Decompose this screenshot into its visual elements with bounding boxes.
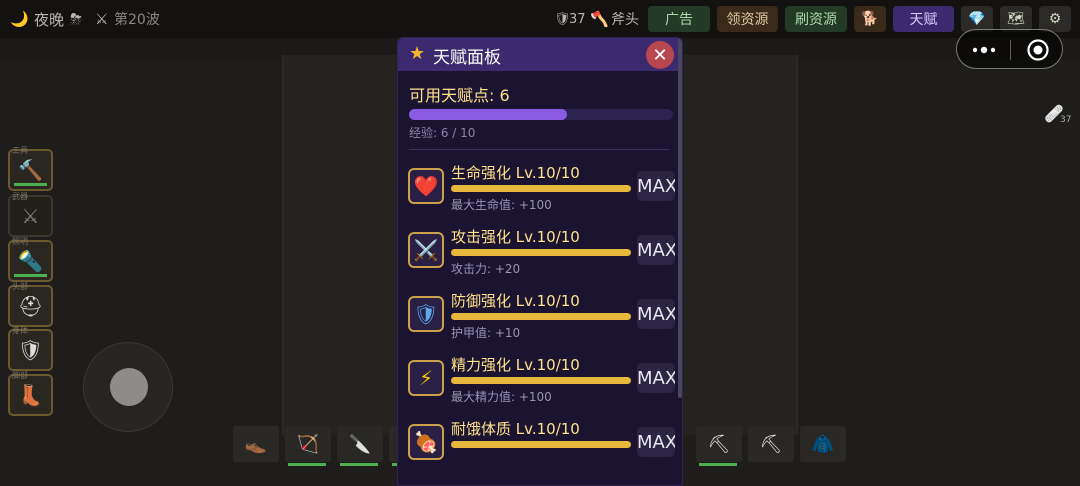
star-icon: ★ xyxy=(409,43,426,64)
boot-icon: 👞 xyxy=(244,433,268,455)
panel-header: ★ 天赋面板 ✕ xyxy=(398,38,682,71)
talent-name: 防御强化 Lv.10/10 xyxy=(451,292,580,310)
talent-row-attack: ⚔️ 攻击强化 Lv.10/10 攻击力: +20 MAX xyxy=(398,226,682,286)
talent-progress-fill xyxy=(451,249,631,256)
talent-name: 攻击强化 Lv.10/10 xyxy=(451,228,580,246)
talent-progress xyxy=(451,249,631,256)
pickaxe-icon: ⛏ xyxy=(759,433,783,455)
slot-label: 身体 xyxy=(12,326,28,335)
panel-title: 天赋面板 xyxy=(433,48,501,68)
durability-bar xyxy=(14,183,47,186)
helmet-icon: ⛑ xyxy=(17,294,44,318)
axe-icon: 🪓 xyxy=(590,10,609,28)
current-tool: 斧头 xyxy=(611,12,639,28)
defense-value: 37 xyxy=(569,11,586,27)
equip-slot-tool[interactable]: 工具 🔨 xyxy=(8,146,53,191)
armor-icon: 🛡 xyxy=(17,338,44,362)
talent-progress xyxy=(451,185,631,192)
talent-row-defense: 🛡 防御强化 Lv.10/10 护甲值: +10 MAX xyxy=(398,290,682,350)
crossed-swords-icon: ⚔️ xyxy=(408,232,444,268)
xp-label: 经验: 6 / 10 xyxy=(409,126,476,140)
wave-counter: 第20波 xyxy=(114,12,160,28)
available-points: 可用天赋点: 6 xyxy=(409,86,510,105)
jacket-icon: 🧥 xyxy=(811,433,835,455)
equip-slot-body[interactable]: 身体 🛡 xyxy=(8,326,53,371)
hotbar-slot[interactable]: 🔪 xyxy=(337,426,383,466)
sword-icon: ⚔ xyxy=(21,204,40,228)
close-miniprogram-icon[interactable] xyxy=(1026,38,1050,62)
wave-swords-icon: ⚔ xyxy=(95,10,109,28)
hotbar-slot[interactable]: ⛏ xyxy=(748,426,794,462)
heart-icon: ❤️ xyxy=(408,168,444,204)
claim-resources-button[interactable]: 领资源 xyxy=(717,6,778,32)
talent-row-stamina: ⚡ 精力强化 Lv.10/10 最大精力值: +100 MAX xyxy=(398,354,682,414)
talent-progress xyxy=(451,377,631,384)
hammer-icon: 🔨 xyxy=(18,158,43,182)
flashlight-icon: 🔦 xyxy=(18,249,43,273)
knife-icon: 🔪 xyxy=(348,433,372,455)
talent-name: 生命强化 Lv.10/10 xyxy=(451,164,580,182)
talent-progress-fill xyxy=(451,441,631,448)
max-button[interactable]: MAX xyxy=(637,171,675,201)
slot-label: 武器 xyxy=(12,192,28,201)
hotbar-slot[interactable]: 🧥 xyxy=(800,426,846,462)
miniprogram-capsule xyxy=(956,29,1063,69)
talent-progress-fill xyxy=(451,185,631,192)
durability-bar xyxy=(288,463,326,466)
hotbar-slot[interactable]: 👞 xyxy=(233,426,279,462)
lightning-icon: ⚡ xyxy=(408,360,444,396)
equip-slot-weapon[interactable]: 武器 ⚔ xyxy=(8,192,53,237)
equip-slot-feet[interactable]: 脚部 👢 xyxy=(8,371,53,416)
talent-desc: 最大生命值: +100 xyxy=(451,198,552,212)
talent-button[interactable]: 天赋 xyxy=(893,6,954,32)
slot-label: 工具 xyxy=(12,146,28,155)
talent-desc: 护甲值: +10 xyxy=(451,326,521,340)
more-dots-icon[interactable] xyxy=(971,42,997,58)
pet-icon[interactable]: 🐕 xyxy=(854,6,886,32)
boot-icon: 👢 xyxy=(18,383,43,407)
talent-row-health: ❤️ 生命强化 Lv.10/10 最大生命值: +100 MAX xyxy=(398,162,682,222)
slot-label: 照明 xyxy=(12,237,28,246)
meat-icon: 🍖 xyxy=(408,424,444,460)
durability-bar xyxy=(699,463,737,466)
ad-button[interactable]: 广告 xyxy=(648,6,710,32)
hotbar-slot[interactable]: ⛏ xyxy=(696,426,742,466)
talent-row-hunger: 🍖 耐饿体质 Lv.10/10 MAX xyxy=(398,418,682,478)
max-button[interactable]: MAX xyxy=(637,363,675,393)
moon-icon: 🌙 xyxy=(10,10,29,28)
hotbar-slot[interactable]: 🏹 xyxy=(285,426,331,466)
equip-slot-head[interactable]: 头部 ⛑ xyxy=(8,282,53,327)
talent-name: 精力强化 Lv.10/10 xyxy=(451,356,580,374)
bandage-count: 37 xyxy=(1060,115,1072,125)
joystick-knob[interactable] xyxy=(110,368,148,406)
time-of-day: 夜晚 xyxy=(34,10,65,29)
talent-desc: 攻击力: +20 xyxy=(451,262,521,276)
slot-label: 脚部 xyxy=(12,371,28,380)
talent-name: 耐饿体质 Lv.10/10 xyxy=(451,420,580,438)
bow-icon: 🏹 xyxy=(296,433,320,455)
durability-bar xyxy=(14,274,47,277)
slot-label: 头部 xyxy=(12,282,28,291)
talent-progress-fill xyxy=(451,313,631,320)
close-button[interactable]: ✕ xyxy=(646,41,674,69)
talent-progress-fill xyxy=(451,377,631,384)
weather-icon: ⛈ xyxy=(70,10,83,28)
durability-bar xyxy=(340,463,378,466)
capsule-divider xyxy=(1010,40,1011,60)
top-bar: 🌙 夜晚 ⛈ ⚔ 第20波 🛡 37 🪓 斧头 广告 领资源 刷资源 🐕 天赋 … xyxy=(0,0,1080,38)
talent-progress xyxy=(451,441,631,448)
equip-slot-light[interactable]: 照明 🔦 xyxy=(8,237,53,282)
talent-desc: 最大精力值: +100 xyxy=(451,390,552,404)
max-button[interactable]: MAX xyxy=(637,299,675,329)
max-button[interactable]: MAX xyxy=(637,235,675,265)
max-button[interactable]: MAX xyxy=(637,427,675,457)
talent-panel: ★ 天赋面板 ✕ 可用天赋点: 6 经验: 6 / 10 ❤️ 生命强化 Lv.… xyxy=(397,37,683,486)
divider xyxy=(409,149,669,150)
talent-progress xyxy=(451,313,631,320)
shield-icon: 🛡 xyxy=(408,296,444,332)
refresh-resources-button[interactable]: 刷资源 xyxy=(785,6,847,32)
pickaxe-icon: ⛏ xyxy=(707,433,731,455)
xp-bar xyxy=(409,109,673,120)
xp-bar-fill xyxy=(409,109,568,120)
